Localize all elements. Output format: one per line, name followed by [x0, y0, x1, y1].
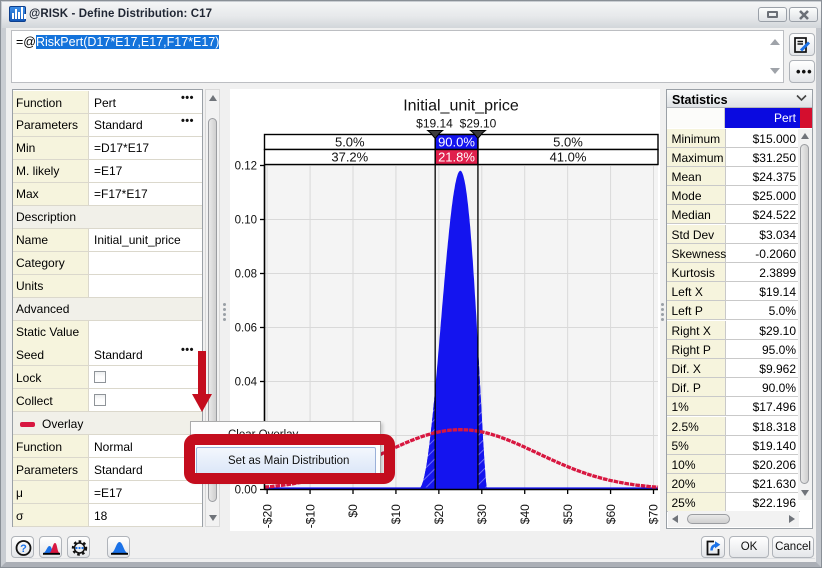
- svg-text:0.10: 0.10: [235, 215, 257, 227]
- svg-text:-$10: -$10: [303, 504, 317, 528]
- svg-text:$19.14: $19.14: [416, 117, 453, 131]
- svg-text:41.0%: 41.0%: [550, 150, 587, 165]
- svg-text:0.08: 0.08: [235, 269, 257, 281]
- svg-text:5.0%: 5.0%: [553, 135, 583, 150]
- svg-text:$20: $20: [432, 504, 446, 524]
- svg-text:90.0%: 90.0%: [438, 135, 475, 150]
- svg-text:$50: $50: [561, 504, 575, 524]
- svg-text:$30: $30: [475, 504, 489, 524]
- svg-text:$0: $0: [346, 504, 360, 518]
- svg-text:$40: $40: [518, 504, 532, 524]
- svg-text:5.0%: 5.0%: [335, 135, 365, 150]
- svg-text:-$20: -$20: [260, 504, 274, 528]
- svg-text:0.12: 0.12: [235, 161, 257, 173]
- svg-text:0.00: 0.00: [235, 485, 257, 497]
- svg-text:?: ?: [20, 543, 27, 555]
- svg-text:$60: $60: [604, 504, 618, 524]
- svg-text:$29.10: $29.10: [460, 117, 497, 131]
- svg-text:0.06: 0.06: [235, 323, 257, 335]
- svg-text:$70: $70: [647, 504, 660, 524]
- svg-text:$10: $10: [389, 504, 403, 524]
- svg-text:37.2%: 37.2%: [331, 150, 368, 165]
- svg-text:Initial_unit_price: Initial_unit_price: [403, 98, 519, 115]
- svg-text:0.04: 0.04: [235, 377, 258, 389]
- svg-text:21.8%: 21.8%: [438, 150, 475, 165]
